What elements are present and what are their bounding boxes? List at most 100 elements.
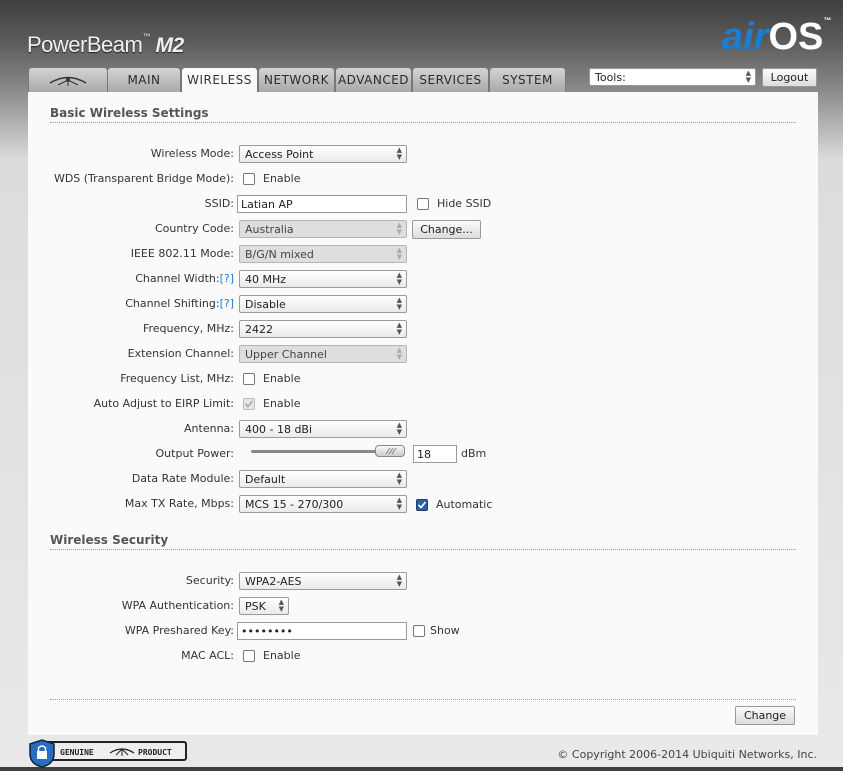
antenna-select[interactable]: 400 - 18 dBi ▲ ▼ (239, 420, 407, 438)
updown-arrows-icon: ▲ ▼ (396, 421, 402, 436)
select-value: MCS 15 - 270/300 (245, 498, 344, 511)
select-value: Access Point (245, 148, 314, 161)
automatic-label: Automatic (436, 498, 493, 511)
copyright-text: © Copyright 2006-2014 Ubiquiti Networks,… (557, 748, 817, 761)
wds-checkbox[interactable] (243, 173, 255, 185)
country-code-label: Country Code: (154, 222, 234, 235)
data-rate-module-select[interactable]: Default ▲ ▼ (239, 470, 407, 488)
updown-arrows-icon: ▲ ▼ (396, 296, 402, 311)
eirp-checkbox (243, 398, 255, 410)
divider (50, 122, 796, 123)
output-power-slider-handle[interactable] (375, 445, 405, 457)
eirp-label: Auto Adjust to EIRP Limit: (93, 397, 234, 410)
airos-logo: airOS™ (722, 16, 832, 58)
mac-acl-label: MAC ACL: (181, 649, 234, 662)
divider (50, 549, 796, 550)
lock-shield-icon: GENUINE PRODUCT (29, 739, 187, 768)
tab-wireless[interactable]: WIRELESS (181, 67, 258, 93)
show-key-label: Show (430, 624, 460, 637)
eirp-enable-label: Enable (263, 397, 301, 410)
section-title-basic: Basic Wireless Settings (50, 106, 209, 120)
checkmark-icon (417, 501, 427, 509)
tools-select[interactable]: Tools: ▲ ▼ (589, 68, 756, 86)
input-value: •••••••• (241, 625, 293, 638)
select-value: 2422 (245, 323, 273, 336)
wpa-key-input[interactable]: •••••••• (237, 622, 407, 640)
divider (50, 699, 796, 700)
section-title-security: Wireless Security (50, 533, 169, 547)
mac-acl-checkbox[interactable] (243, 650, 255, 662)
max-tx-rate-label: Max TX Rate, Mbps: (124, 497, 234, 510)
select-value: WPA2-AES (245, 575, 302, 588)
select-value: Disable (245, 298, 286, 311)
tab-advanced[interactable]: ADVANCED (335, 67, 412, 92)
updown-arrows-icon: ▲ ▼ (396, 471, 402, 486)
frequency-list-checkbox[interactable] (243, 373, 255, 385)
tab-label: ADVANCED (337, 73, 410, 87)
extension-channel-label: Extension Channel: (127, 347, 234, 360)
wireless-mode-label: Wireless Mode: (150, 147, 234, 160)
updown-arrows-icon: ▲ ▼ (396, 271, 402, 286)
updown-arrows-icon: ▲ ▼ (396, 321, 402, 336)
updown-arrows-icon: ▲ ▼ (396, 221, 402, 236)
product-text: PRODUCT (138, 748, 172, 757)
tab-label: MAIN (127, 73, 161, 87)
updown-arrows-icon: ▲ ▼ (745, 69, 751, 84)
wpa-auth-select[interactable]: PSK ▲ ▼ (239, 597, 289, 615)
channel-width-label: Channel Width:[?] (135, 272, 234, 285)
frequency-label: Frequency, MHz: (142, 322, 234, 335)
input-value: 18 (417, 448, 431, 461)
updown-arrows-icon: ▲ ▼ (278, 598, 284, 613)
wds-label: WDS (Transparent Bridge Mode): (53, 172, 234, 185)
checkmark-icon (244, 400, 254, 408)
channel-width-select[interactable]: 40 MHz ▲ ▼ (239, 270, 407, 288)
ssid-input[interactable]: Latian AP (237, 195, 407, 213)
tab-ubnt-logo[interactable] (28, 67, 108, 92)
tab-system[interactable]: SYSTEM (489, 67, 566, 92)
updown-arrows-icon: ▲ ▼ (396, 346, 402, 361)
hide-ssid-label: Hide SSID (437, 197, 492, 210)
mac-acl-enable-label: Enable (263, 649, 301, 662)
ssid-label: SSID: (204, 197, 234, 210)
max-tx-rate-select[interactable]: MCS 15 - 270/300 ▲ ▼ (239, 495, 407, 513)
select-value: B/G/N mixed (245, 248, 314, 261)
tab-label: WIRELESS (187, 73, 252, 87)
change-country-button[interactable]: Change... (412, 220, 481, 239)
hide-ssid-checkbox[interactable] (417, 198, 429, 210)
genuine-product-badge: GENUINE PRODUCT (28, 738, 188, 771)
wpa-key-label: WPA Preshared Key: (124, 624, 234, 637)
antenna-label: Antenna: (184, 422, 234, 435)
updown-arrows-icon: ▲ ▼ (396, 573, 402, 588)
select-value: Default (245, 473, 286, 486)
frequency-select[interactable]: 2422 ▲ ▼ (239, 320, 407, 338)
change-button[interactable]: Change (735, 706, 795, 725)
select-value: 40 MHz (245, 273, 287, 286)
logout-button[interactable]: Logout (762, 68, 817, 87)
security-label: Security: (185, 574, 234, 587)
dbm-unit: dBm (461, 447, 487, 460)
wds-enable-label: Enable (263, 172, 301, 185)
show-key-checkbox[interactable] (413, 625, 425, 637)
output-power-label: Output Power: (155, 447, 234, 460)
tab-network[interactable]: NETWORK (258, 67, 335, 92)
channel-shifting-select[interactable]: Disable ▲ ▼ (239, 295, 407, 313)
ubnt-logo-icon (49, 76, 87, 86)
tools-label: Tools: (595, 71, 626, 84)
tab-label: NETWORK (264, 73, 329, 87)
extension-channel-select: Upper Channel ▲ ▼ (239, 345, 407, 363)
output-power-input[interactable]: 18 (413, 445, 457, 463)
channel-shifting-label: Channel Shifting:[?] (125, 297, 234, 310)
tab-label: SYSTEM (502, 73, 553, 87)
wireless-mode-select[interactable]: Access Point ▲ ▼ (239, 145, 407, 163)
security-select[interactable]: WPA2-AES ▲ ▼ (239, 572, 407, 590)
frequency-list-label: Frequency List, MHz: (120, 372, 234, 385)
wpa-auth-label: WPA Authentication: (121, 599, 234, 612)
select-value: Upper Channel (245, 348, 327, 361)
grip-icon (385, 447, 397, 455)
tab-main[interactable]: MAIN (107, 67, 181, 92)
help-link[interactable]: [?] (220, 272, 234, 285)
tab-services[interactable]: SERVICES (412, 67, 489, 92)
automatic-checkbox[interactable] (416, 499, 428, 511)
ieee-mode-label: IEEE 802.11 Mode: (130, 247, 234, 260)
help-link[interactable]: [?] (220, 297, 234, 310)
